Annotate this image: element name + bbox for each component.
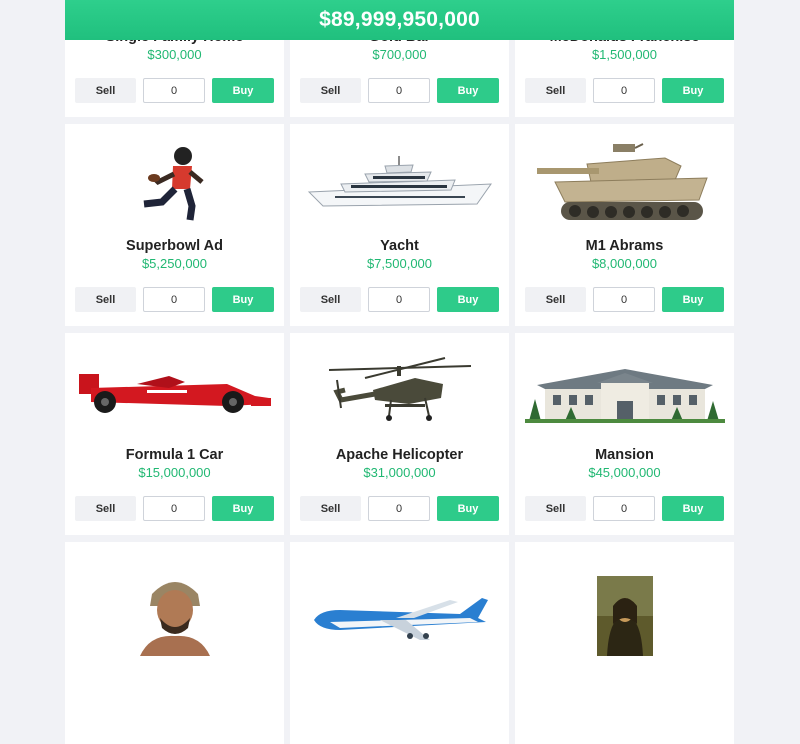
product-name: Formula 1 Car — [125, 447, 224, 463]
yacht-icon — [290, 134, 509, 234]
product-name: Mansion — [595, 447, 654, 463]
football-player-icon — [65, 134, 284, 234]
balance-amount: $89,999,950,000 — [319, 8, 480, 31]
product-card — [65, 542, 284, 744]
quantity-input[interactable]: 0 — [593, 287, 655, 312]
product-name: Apache Helicopter — [335, 447, 464, 463]
product-price: $15,000,000 — [138, 465, 211, 480]
product-controls: Sell 0 Buy — [300, 287, 499, 312]
product-price: $5,250,000 — [141, 256, 208, 271]
race-car-icon — [65, 343, 284, 443]
product-price: $45,000,000 — [588, 465, 661, 480]
product-controls: Sell 0 Buy — [300, 496, 499, 521]
product-name: Yacht — [380, 238, 419, 254]
mona-lisa-painting-icon — [515, 566, 734, 666]
product-card: Superbowl Ad $5,250,000 Sell 0 Buy — [65, 124, 284, 326]
sell-button[interactable]: Sell — [300, 287, 361, 312]
sell-button[interactable]: Sell — [75, 287, 136, 312]
product-controls: Sell 0 Buy — [525, 287, 724, 312]
buy-button[interactable]: Buy — [212, 496, 274, 521]
airliner-icon — [290, 572, 509, 672]
sell-button[interactable]: Sell — [300, 496, 361, 521]
buy-button[interactable]: Buy — [662, 287, 724, 312]
product-name: M1 Abrams — [585, 238, 664, 254]
product-card — [515, 542, 734, 744]
product-price: $1,500,000 — [591, 47, 658, 62]
buy-button[interactable]: Buy — [662, 78, 724, 103]
sell-button[interactable]: Sell — [525, 287, 586, 312]
quantity-input[interactable]: 0 — [368, 287, 430, 312]
product-card: Mansion $45,000,000 Sell 0 Buy — [515, 333, 734, 535]
buy-button[interactable]: Buy — [212, 78, 274, 103]
product-name: Superbowl Ad — [126, 238, 223, 254]
quantity-input[interactable]: 0 — [143, 496, 205, 521]
helicopter-icon — [290, 343, 509, 443]
quantity-input[interactable]: 0 — [143, 287, 205, 312]
sell-button[interactable]: Sell — [75, 78, 136, 103]
sell-button[interactable]: Sell — [300, 78, 361, 103]
product-card: Yacht $7,500,000 Sell 0 Buy — [290, 124, 509, 326]
product-card: Formula 1 Car $15,000,000 Sell 0 Buy — [65, 333, 284, 535]
warrior-portrait-icon — [65, 566, 284, 666]
product-price: $31,000,000 — [363, 465, 436, 480]
product-card: M1 Abrams $8,000,000 Sell 0 Buy — [515, 124, 734, 326]
product-grid: Single Family Home $300,000 Sell 0 Buy G… — [65, 0, 734, 744]
product-price: $700,000 — [372, 47, 427, 62]
sell-button[interactable]: Sell — [525, 78, 586, 103]
buy-button[interactable]: Buy — [437, 287, 499, 312]
product-price: $8,000,000 — [591, 256, 658, 271]
sell-button[interactable]: Sell — [525, 496, 586, 521]
tank-icon — [515, 134, 734, 234]
buy-button[interactable]: Buy — [437, 78, 499, 103]
product-controls: Sell 0 Buy — [75, 78, 274, 103]
product-price: $7,500,000 — [366, 256, 433, 271]
quantity-input[interactable]: 0 — [593, 496, 655, 521]
quantity-input[interactable]: 0 — [368, 496, 430, 521]
product-price: $300,000 — [147, 47, 202, 62]
product-card — [290, 542, 509, 744]
product-card: Apache Helicopter $31,000,000 Sell 0 Buy — [290, 333, 509, 535]
quantity-input[interactable]: 0 — [593, 78, 655, 103]
buy-button[interactable]: Buy — [662, 496, 724, 521]
product-controls: Sell 0 Buy — [525, 78, 724, 103]
buy-button[interactable]: Buy — [212, 287, 274, 312]
product-controls: Sell 0 Buy — [525, 496, 724, 521]
mansion-icon — [515, 343, 734, 443]
product-controls: Sell 0 Buy — [75, 287, 274, 312]
balance-header: $89,999,950,000 — [65, 0, 734, 40]
product-controls: Sell 0 Buy — [300, 78, 499, 103]
product-controls: Sell 0 Buy — [75, 496, 274, 521]
buy-button[interactable]: Buy — [437, 496, 499, 521]
quantity-input[interactable]: 0 — [368, 78, 430, 103]
quantity-input[interactable]: 0 — [143, 78, 205, 103]
sell-button[interactable]: Sell — [75, 496, 136, 521]
